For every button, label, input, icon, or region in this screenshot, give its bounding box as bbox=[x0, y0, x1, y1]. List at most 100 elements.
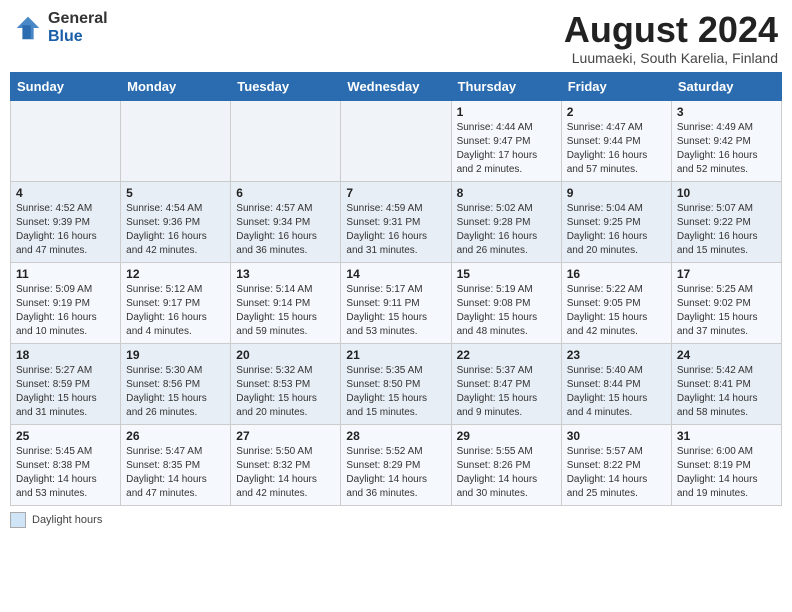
calendar-cell: 18Sunrise: 5:27 AM Sunset: 8:59 PM Dayli… bbox=[11, 343, 121, 424]
day-info: Sunrise: 5:22 AM Sunset: 9:05 PM Dayligh… bbox=[567, 283, 666, 339]
calendar-table: SundayMondayTuesdayWednesdayThursdayFrid… bbox=[10, 72, 782, 506]
day-number: 26 bbox=[126, 429, 225, 443]
location: Luumaeki, South Karelia, Finland bbox=[564, 50, 778, 66]
calendar-cell: 29Sunrise: 5:55 AM Sunset: 8:26 PM Dayli… bbox=[451, 424, 561, 505]
day-number: 23 bbox=[567, 348, 666, 362]
day-info: Sunrise: 5:14 AM Sunset: 9:14 PM Dayligh… bbox=[236, 283, 335, 339]
day-number: 29 bbox=[457, 429, 556, 443]
day-number: 13 bbox=[236, 267, 335, 281]
day-info: Sunrise: 4:49 AM Sunset: 9:42 PM Dayligh… bbox=[677, 121, 776, 177]
day-info: Sunrise: 6:00 AM Sunset: 8:19 PM Dayligh… bbox=[677, 445, 776, 501]
day-number: 22 bbox=[457, 348, 556, 362]
calendar-cell: 12 Sunrise: 5:12 AM Sunset: 9:17 PM Dayli… bbox=[121, 262, 231, 343]
weekday-header: Wednesday bbox=[341, 72, 451, 100]
day-number: 10 bbox=[677, 186, 776, 200]
legend-box bbox=[10, 512, 26, 528]
calendar-cell: 15 Sunrise: 5:19 AM Sunset: 9:08 PM Dayli… bbox=[451, 262, 561, 343]
day-info: Sunrise: 5:45 AM Sunset: 8:38 PM Dayligh… bbox=[16, 445, 115, 501]
calendar-cell: 9Sunrise: 5:04 AM Sunset: 9:25 PM Daylig… bbox=[561, 181, 671, 262]
day-info: Sunrise: 5:12 AM Sunset: 9:17 PM Dayligh… bbox=[126, 283, 225, 339]
day-number: 6 bbox=[236, 186, 335, 200]
calendar-cell: 17 Sunrise: 5:25 AM Sunset: 9:02 PM Dayli… bbox=[671, 262, 781, 343]
day-info: Sunrise: 5:07 AM Sunset: 9:22 PM Dayligh… bbox=[677, 202, 776, 258]
footer: Daylight hours bbox=[10, 512, 782, 528]
day-number: 15 bbox=[457, 267, 556, 281]
calendar-cell: 1 Sunrise: 4:44 AM Sunset: 9:47 PM Daylig… bbox=[451, 100, 561, 181]
day-number: 14 bbox=[346, 267, 445, 281]
day-info: Sunrise: 4:57 AM Sunset: 9:34 PM Dayligh… bbox=[236, 202, 335, 258]
day-number: 8 bbox=[457, 186, 556, 200]
calendar-cell: 27Sunrise: 5:50 AM Sunset: 8:32 PM Dayli… bbox=[231, 424, 341, 505]
logo-icon bbox=[14, 14, 42, 42]
day-number: 9 bbox=[567, 186, 666, 200]
calendar-cell: 13 Sunrise: 5:14 AM Sunset: 9:14 PM Dayli… bbox=[231, 262, 341, 343]
day-info: Sunrise: 5:27 AM Sunset: 8:59 PM Dayligh… bbox=[16, 364, 115, 420]
title-block: August 2024 Luumaeki, South Karelia, Fin… bbox=[564, 10, 778, 66]
calendar-cell: 31Sunrise: 6:00 AM Sunset: 8:19 PM Dayli… bbox=[671, 424, 781, 505]
day-number: 24 bbox=[677, 348, 776, 362]
day-info: Sunrise: 5:09 AM Sunset: 9:19 PM Dayligh… bbox=[16, 283, 115, 339]
day-number: 30 bbox=[567, 429, 666, 443]
month-year: August 2024 bbox=[564, 10, 778, 50]
weekday-header: Monday bbox=[121, 72, 231, 100]
calendar-cell: 10 Sunrise: 5:07 AM Sunset: 9:22 PM Dayli… bbox=[671, 181, 781, 262]
legend-label: Daylight hours bbox=[32, 514, 102, 526]
day-info: Sunrise: 4:47 AM Sunset: 9:44 PM Dayligh… bbox=[567, 121, 666, 177]
day-number: 2 bbox=[567, 105, 666, 119]
calendar-header: SundayMondayTuesdayWednesdayThursdayFrid… bbox=[11, 72, 782, 100]
day-number: 11 bbox=[16, 267, 115, 281]
calendar-cell bbox=[121, 100, 231, 181]
weekday-header: Saturday bbox=[671, 72, 781, 100]
calendar-cell: 26 Sunrise: 5:47 AM Sunset: 8:35 PM Dayli… bbox=[121, 424, 231, 505]
calendar-cell bbox=[11, 100, 121, 181]
calendar-cell: 3Sunrise: 4:49 AM Sunset: 9:42 PM Daylig… bbox=[671, 100, 781, 181]
calendar-cell: 23 Sunrise: 5:40 AM Sunset: 8:44 PM Dayli… bbox=[561, 343, 671, 424]
day-info: Sunrise: 5:50 AM Sunset: 8:32 PM Dayligh… bbox=[236, 445, 335, 501]
day-number: 17 bbox=[677, 267, 776, 281]
day-info: Sunrise: 5:25 AM Sunset: 9:02 PM Dayligh… bbox=[677, 283, 776, 339]
day-info: Sunrise: 5:37 AM Sunset: 8:47 PM Dayligh… bbox=[457, 364, 556, 420]
day-info: Sunrise: 4:52 AM Sunset: 9:39 PM Dayligh… bbox=[16, 202, 115, 258]
day-number: 21 bbox=[346, 348, 445, 362]
day-info: Sunrise: 5:47 AM Sunset: 8:35 PM Dayligh… bbox=[126, 445, 225, 501]
day-number: 28 bbox=[346, 429, 445, 443]
logo-text: General Blue bbox=[48, 10, 108, 45]
calendar-cell: 19Sunrise: 5:30 AM Sunset: 8:56 PM Dayli… bbox=[121, 343, 231, 424]
day-number: 25 bbox=[16, 429, 115, 443]
logo: General Blue bbox=[14, 10, 108, 45]
day-info: Sunrise: 4:59 AM Sunset: 9:31 PM Dayligh… bbox=[346, 202, 445, 258]
day-info: Sunrise: 5:17 AM Sunset: 9:11 PM Dayligh… bbox=[346, 283, 445, 339]
day-number: 16 bbox=[567, 267, 666, 281]
day-info: Sunrise: 5:52 AM Sunset: 8:29 PM Dayligh… bbox=[346, 445, 445, 501]
day-number: 20 bbox=[236, 348, 335, 362]
calendar-cell: 6 Sunrise: 4:57 AM Sunset: 9:34 PM Daylig… bbox=[231, 181, 341, 262]
calendar-cell bbox=[341, 100, 451, 181]
day-number: 4 bbox=[16, 186, 115, 200]
calendar-cell: 28 Sunrise: 5:52 AM Sunset: 8:29 PM Dayli… bbox=[341, 424, 451, 505]
day-number: 7 bbox=[346, 186, 445, 200]
calendar-body: 1 Sunrise: 4:44 AM Sunset: 9:47 PM Daylig… bbox=[11, 100, 782, 505]
calendar-cell: 24 Sunrise: 5:42 AM Sunset: 8:41 PM Dayli… bbox=[671, 343, 781, 424]
calendar-week-row: 1 Sunrise: 4:44 AM Sunset: 9:47 PM Daylig… bbox=[11, 100, 782, 181]
day-info: Sunrise: 5:19 AM Sunset: 9:08 PM Dayligh… bbox=[457, 283, 556, 339]
day-info: Sunrise: 4:44 AM Sunset: 9:47 PM Dayligh… bbox=[457, 121, 556, 177]
day-number: 12 bbox=[126, 267, 225, 281]
weekday-header: Friday bbox=[561, 72, 671, 100]
calendar-cell: 7 Sunrise: 4:59 AM Sunset: 9:31 PM Daylig… bbox=[341, 181, 451, 262]
weekday-row: SundayMondayTuesdayWednesdayThursdayFrid… bbox=[11, 72, 782, 100]
day-info: Sunrise: 5:42 AM Sunset: 8:41 PM Dayligh… bbox=[677, 364, 776, 420]
day-info: Sunrise: 5:32 AM Sunset: 8:53 PM Dayligh… bbox=[236, 364, 335, 420]
day-info: Sunrise: 5:40 AM Sunset: 8:44 PM Dayligh… bbox=[567, 364, 666, 420]
calendar-cell: 30 Sunrise: 5:57 AM Sunset: 8:22 PM Dayli… bbox=[561, 424, 671, 505]
day-number: 1 bbox=[457, 105, 556, 119]
weekday-header: Sunday bbox=[11, 72, 121, 100]
day-info: Sunrise: 5:02 AM Sunset: 9:28 PM Dayligh… bbox=[457, 202, 556, 258]
day-number: 5 bbox=[126, 186, 225, 200]
day-info: Sunrise: 5:57 AM Sunset: 8:22 PM Dayligh… bbox=[567, 445, 666, 501]
calendar-cell: 11 Sunrise: 5:09 AM Sunset: 9:19 PM Dayli… bbox=[11, 262, 121, 343]
calendar-week-row: 4 Sunrise: 4:52 AM Sunset: 9:39 PM Daylig… bbox=[11, 181, 782, 262]
calendar-cell: 14 Sunrise: 5:17 AM Sunset: 9:11 PM Dayli… bbox=[341, 262, 451, 343]
calendar-cell: 20 Sunrise: 5:32 AM Sunset: 8:53 PM Dayli… bbox=[231, 343, 341, 424]
day-info: Sunrise: 5:30 AM Sunset: 8:56 PM Dayligh… bbox=[126, 364, 225, 420]
page-header: General Blue August 2024 Luumaeki, South… bbox=[10, 10, 782, 66]
